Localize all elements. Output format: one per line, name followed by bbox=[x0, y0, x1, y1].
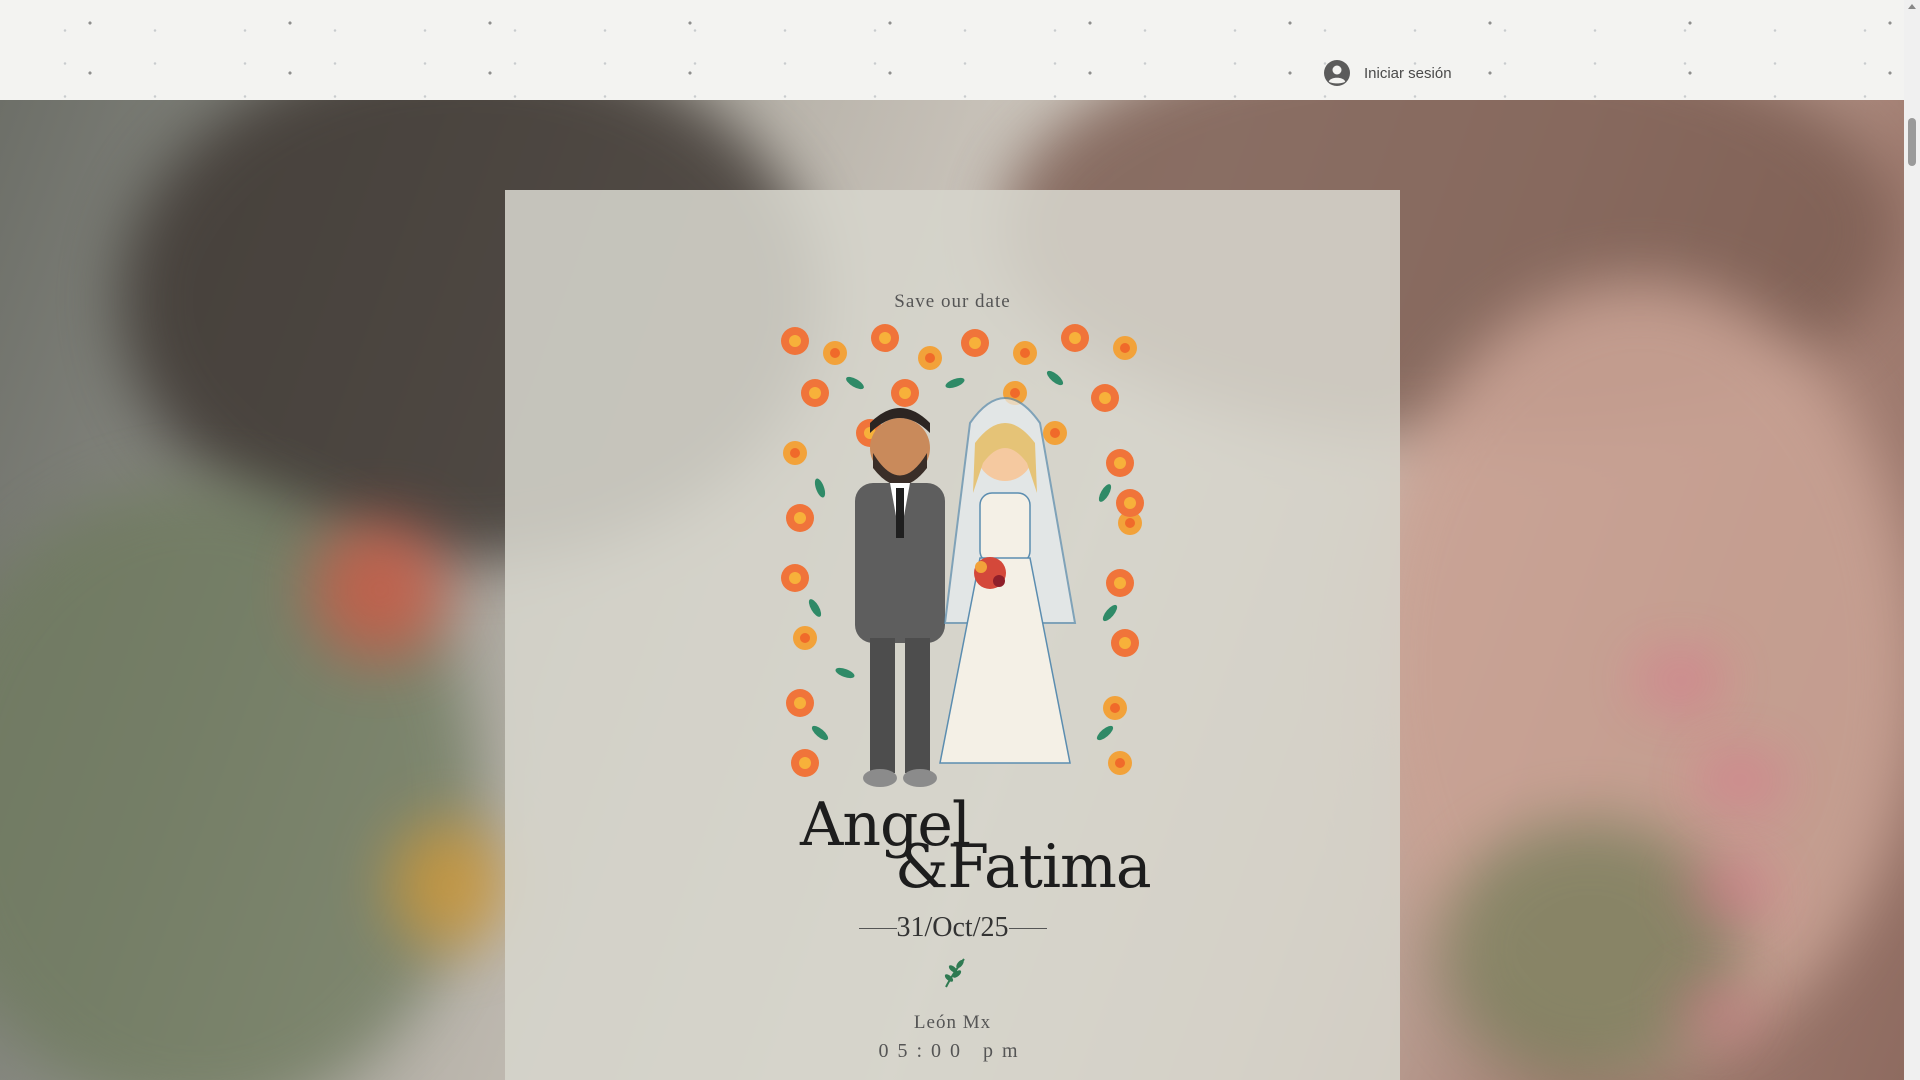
date-rule-left bbox=[858, 927, 897, 929]
date-rule-right bbox=[1008, 927, 1047, 929]
bride-name: &Fatima bbox=[895, 832, 1152, 902]
invitation-card: Save our date Angel &Fatima 31/Oct/25 Le… bbox=[505, 190, 1400, 1080]
groom-figure bbox=[855, 408, 945, 787]
scroll-up-arrow-icon[interactable] bbox=[1908, 4, 1916, 9]
save-the-date-tagline: Save our date bbox=[894, 291, 1011, 312]
bride-figure bbox=[939, 397, 1077, 764]
leaf-sprig-icon bbox=[944, 958, 965, 988]
couple-names: Angel &Fatima bbox=[800, 790, 1152, 902]
event-time: 05:00 pm bbox=[878, 1040, 1027, 1062]
login-label: Iniciar sesión bbox=[1364, 64, 1452, 82]
scrollbar-thumb[interactable] bbox=[1908, 118, 1916, 166]
header-dot-pattern bbox=[0, 0, 1904, 100]
event-location: León Mx bbox=[913, 1012, 992, 1033]
event-date: 31/Oct/25 bbox=[505, 912, 1400, 944]
event-date-text: 31/Oct/25 bbox=[896, 912, 1009, 943]
site-header: Iniciar sesión bbox=[0, 0, 1904, 100]
couple-illustration bbox=[781, 324, 1144, 787]
page-scrollbar[interactable] bbox=[1904, 0, 1920, 1080]
user-avatar-icon bbox=[1324, 60, 1350, 86]
login-button[interactable]: Iniciar sesión bbox=[1324, 60, 1452, 86]
